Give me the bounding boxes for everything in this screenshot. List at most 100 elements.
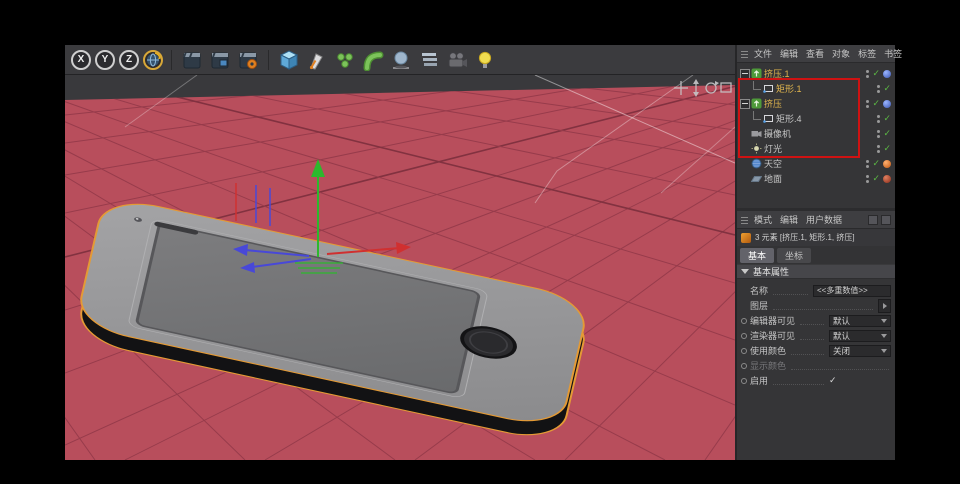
editor-visibility-dropdown[interactable]: 默认 — [829, 315, 891, 327]
keyframe-dot[interactable] — [741, 333, 747, 339]
menu-user-data[interactable]: 用户数据 — [802, 213, 846, 226]
selection-info-bar: 3 元素 [挤压.1, 矩形.1, 挤压] — [737, 229, 895, 246]
extrude-object-icon — [750, 98, 762, 109]
enabled-check-icon[interactable]: ✓ — [883, 129, 891, 138]
enabled-check-icon[interactable]: ✓ — [883, 84, 891, 93]
keyframe-dot[interactable] — [741, 363, 747, 369]
object-row-sky[interactable]: 天空 ✓ — [737, 156, 895, 171]
prop-label: 使用颜色 — [750, 344, 786, 357]
menu-bookmarks[interactable]: 书签 — [880, 47, 906, 60]
layer-picker-button[interactable] — [878, 299, 891, 313]
collapse-icon[interactable] — [740, 99, 750, 109]
object-row-rect-4[interactable]: 矩形.4 ✓ — [737, 111, 895, 126]
object-row-extrude[interactable]: 挤压 ✓ — [737, 96, 895, 111]
visibility-dots[interactable] — [866, 70, 869, 78]
menu-file[interactable]: 文件 — [750, 47, 776, 60]
prop-row-editor-visibility: 编辑器可见 默认 — [741, 313, 891, 328]
prop-row-use-color: 使用颜色 关闭 — [741, 343, 891, 358]
dotted-leader — [773, 287, 808, 295]
visibility-dots[interactable] — [866, 175, 869, 183]
render-view-button[interactable] — [180, 48, 204, 72]
properties-list: 名称 <<多重数值>> 图层 编辑器可见 默认 渲染器可见 默认 — [737, 279, 895, 388]
render-picture-viewer-button[interactable] — [208, 48, 232, 72]
lock-icon[interactable] — [868, 215, 878, 225]
spline-object-icon — [762, 83, 774, 94]
menu-mode[interactable]: 模式 — [750, 213, 776, 226]
viewport-scene — [65, 75, 735, 460]
floor-object-icon — [750, 173, 762, 184]
object-label: 地面 — [764, 172, 782, 185]
y-axis-lock-button[interactable]: Y — [95, 50, 115, 70]
visibility-dots[interactable] — [877, 85, 880, 93]
camera-tool-button[interactable] — [445, 48, 469, 72]
keyframe-dot[interactable] — [741, 378, 747, 384]
prop-label: 图层 — [750, 299, 768, 312]
menu-view[interactable]: 查看 — [802, 47, 828, 60]
visibility-dots[interactable] — [866, 100, 869, 108]
visibility-dots[interactable] — [877, 115, 880, 123]
tab-coordinates[interactable]: 坐标 — [777, 248, 811, 263]
child-connector — [753, 81, 761, 90]
tab-basic[interactable]: 基本 — [740, 248, 774, 263]
object-manager-menu: 文件 编辑 查看 对象 标签 书签 — [737, 45, 895, 63]
object-row-extrude-1[interactable]: 挤压.1 ✓ — [737, 66, 895, 81]
enabled-check-icon[interactable]: ✓ — [872, 174, 880, 183]
menu-edit-attr[interactable]: 编辑 — [776, 213, 802, 226]
deformer-button[interactable] — [361, 48, 385, 72]
enabled-check-icon[interactable]: ✓ — [883, 144, 891, 153]
enabled-check-icon[interactable]: ✓ — [883, 114, 891, 123]
enabled-check-icon[interactable]: ✓ — [872, 69, 880, 78]
spline-pen-button[interactable] — [305, 48, 329, 72]
chevron-down-icon — [881, 349, 887, 353]
enabled-check-icon[interactable]: ✓ — [872, 99, 880, 108]
generator-button[interactable] — [333, 48, 357, 72]
dotted-leader — [791, 347, 824, 355]
sky-button[interactable] — [417, 48, 441, 72]
enabled-check-icon[interactable]: ✓ — [872, 159, 880, 168]
keyframe-dot[interactable] — [741, 348, 747, 354]
render-settings-button[interactable] — [236, 48, 260, 72]
phong-tag-icon[interactable] — [883, 70, 891, 78]
history-icon[interactable] — [881, 215, 891, 225]
collapse-icon[interactable] — [740, 69, 750, 79]
object-tree: 挤压.1 ✓ 矩形.1 ✓ 挤压 — [737, 63, 895, 208]
menu-edit[interactable]: 编辑 — [776, 47, 802, 60]
light-tool-button[interactable] — [473, 48, 497, 72]
enabled-checkbox[interactable]: ✓ — [829, 375, 891, 386]
object-row-floor[interactable]: 地面 ✓ — [737, 171, 895, 186]
prop-row-layer: 图层 — [741, 298, 891, 313]
object-row-rect-1[interactable]: 矩形.1 ✓ — [737, 81, 895, 96]
object-row-camera[interactable]: 摄像机 ✓ — [737, 126, 895, 141]
use-color-dropdown[interactable]: 关闭 — [829, 345, 891, 357]
object-label: 天空 — [764, 157, 782, 170]
visibility-dots[interactable] — [877, 145, 880, 153]
object-label: 挤压.1 — [764, 67, 790, 80]
visibility-dots[interactable] — [877, 130, 880, 138]
section-title: 基本属性 — [753, 265, 789, 278]
keyframe-dot[interactable] — [741, 318, 747, 324]
add-cube-button[interactable] — [277, 48, 301, 72]
chevron-down-icon — [881, 319, 887, 323]
main-toolbar: X Y Z — [65, 45, 735, 75]
prop-label: 编辑器可见 — [750, 314, 795, 327]
z-axis-lock-button[interactable]: Z — [119, 50, 139, 70]
x-axis-lock-button[interactable]: X — [71, 50, 91, 70]
coordinate-system-button[interactable] — [143, 50, 163, 70]
environment-button[interactable] — [389, 48, 413, 72]
panel-grip-icon[interactable] — [741, 215, 748, 224]
visibility-dots[interactable] — [866, 160, 869, 168]
section-basic-properties[interactable]: 基本属性 — [737, 264, 895, 279]
menu-objects[interactable]: 对象 — [828, 47, 854, 60]
object-row-light[interactable]: 灯光 ✓ — [737, 141, 895, 156]
panel-grip-icon[interactable] — [741, 49, 748, 58]
phong-tag-icon[interactable] — [883, 100, 891, 108]
name-input[interactable]: <<多重数值>> — [813, 285, 891, 297]
extrude-object-icon — [750, 68, 762, 79]
renderer-visibility-dropdown[interactable]: 默认 — [829, 330, 891, 342]
menu-tags[interactable]: 标签 — [854, 47, 880, 60]
selection-info-text: 3 元素 [挤压.1, 矩形.1, 挤压] — [755, 232, 855, 243]
viewport-3d[interactable] — [65, 75, 735, 460]
material-tag-icon[interactable] — [883, 175, 891, 183]
application-window: X Y Z — [65, 45, 895, 460]
material-tag-icon[interactable] — [883, 160, 891, 168]
